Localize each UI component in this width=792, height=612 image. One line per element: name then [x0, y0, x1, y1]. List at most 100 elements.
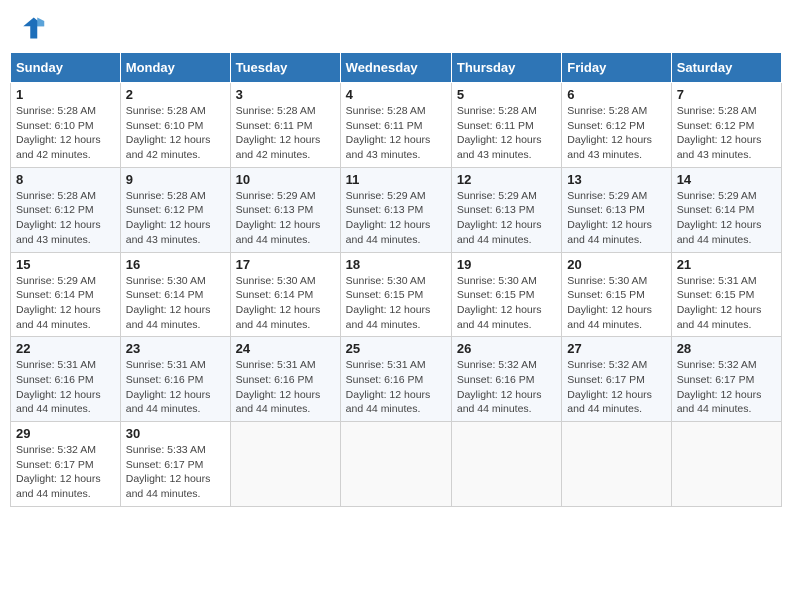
- calendar-cell: 14 Sunrise: 5:29 AMSunset: 6:14 PMDayligh…: [671, 167, 781, 252]
- day-number: 29: [16, 426, 115, 441]
- day-detail: Sunrise: 5:29 AMSunset: 6:14 PMDaylight:…: [677, 189, 776, 248]
- day-number: 23: [126, 341, 225, 356]
- day-number: 14: [677, 172, 776, 187]
- day-detail: Sunrise: 5:32 AMSunset: 6:17 PMDaylight:…: [16, 443, 115, 502]
- day-detail: Sunrise: 5:29 AMSunset: 6:13 PMDaylight:…: [236, 189, 335, 248]
- calendar-cell: 1 Sunrise: 5:28 AMSunset: 6:10 PMDaylight…: [11, 83, 121, 168]
- calendar-cell: 27 Sunrise: 5:32 AMSunset: 6:17 PMDayligh…: [562, 337, 671, 422]
- day-detail: Sunrise: 5:28 AMSunset: 6:11 PMDaylight:…: [457, 104, 556, 163]
- calendar-cell: 30Sunrise: 5:33 AMSunset: 6:17 PMDayligh…: [120, 422, 230, 507]
- calendar-header-row: SundayMondayTuesdayWednesdayThursdayFrid…: [11, 53, 782, 83]
- calendar-cell: 23 Sunrise: 5:31 AMSunset: 6:16 PMDayligh…: [120, 337, 230, 422]
- day-header-thursday: Thursday: [451, 53, 561, 83]
- calendar-week-row: 15 Sunrise: 5:29 AMSunset: 6:14 PMDayligh…: [11, 252, 782, 337]
- day-detail: Sunrise: 5:31 AMSunset: 6:16 PMDaylight:…: [236, 358, 335, 417]
- calendar-cell: 10Sunrise: 5:29 AMSunset: 6:13 PMDayligh…: [230, 167, 340, 252]
- logo-icon: [18, 14, 46, 42]
- day-detail: Sunrise: 5:30 AMSunset: 6:14 PMDaylight:…: [236, 274, 335, 333]
- day-detail: Sunrise: 5:32 AMSunset: 6:17 PMDaylight:…: [567, 358, 665, 417]
- day-number: 3: [236, 87, 335, 102]
- day-detail: Sunrise: 5:30 AMSunset: 6:15 PMDaylight:…: [346, 274, 446, 333]
- day-number: 17: [236, 257, 335, 272]
- day-detail: Sunrise: 5:29 AMSunset: 6:13 PMDaylight:…: [346, 189, 446, 248]
- calendar-cell: 19 Sunrise: 5:30 AMSunset: 6:15 PMDayligh…: [451, 252, 561, 337]
- calendar-cell: 18 Sunrise: 5:30 AMSunset: 6:15 PMDayligh…: [340, 252, 451, 337]
- day-number: 12: [457, 172, 556, 187]
- day-header-tuesday: Tuesday: [230, 53, 340, 83]
- day-number: 13: [567, 172, 665, 187]
- calendar-table: SundayMondayTuesdayWednesdayThursdayFrid…: [10, 52, 782, 507]
- day-number: 11: [346, 172, 446, 187]
- calendar-cell: 2Sunrise: 5:28 AMSunset: 6:10 PMDaylight…: [120, 83, 230, 168]
- day-header-monday: Monday: [120, 53, 230, 83]
- calendar-week-row: 22 Sunrise: 5:31 AMSunset: 6:16 PMDayligh…: [11, 337, 782, 422]
- day-detail: Sunrise: 5:31 AMSunset: 6:16 PMDaylight:…: [126, 358, 225, 417]
- calendar-cell: 21 Sunrise: 5:31 AMSunset: 6:15 PMDayligh…: [671, 252, 781, 337]
- calendar-cell: 13 Sunrise: 5:29 AMSunset: 6:13 PMDayligh…: [562, 167, 671, 252]
- calendar-week-row: 8 Sunrise: 5:28 AMSunset: 6:12 PMDaylight…: [11, 167, 782, 252]
- day-number: 4: [346, 87, 446, 102]
- day-number: 26: [457, 341, 556, 356]
- calendar-cell: 17 Sunrise: 5:30 AMSunset: 6:14 PMDayligh…: [230, 252, 340, 337]
- day-number: 8: [16, 172, 115, 187]
- day-number: 9: [126, 172, 225, 187]
- day-number: 25: [346, 341, 446, 356]
- day-number: 16: [126, 257, 225, 272]
- day-number: 15: [16, 257, 115, 272]
- calendar-week-row: 1 Sunrise: 5:28 AMSunset: 6:10 PMDaylight…: [11, 83, 782, 168]
- day-number: 5: [457, 87, 556, 102]
- day-number: 1: [16, 87, 115, 102]
- day-number: 21: [677, 257, 776, 272]
- day-detail: Sunrise: 5:33 AMSunset: 6:17 PMDaylight:…: [126, 443, 225, 502]
- day-detail: Sunrise: 5:29 AMSunset: 6:13 PMDaylight:…: [457, 189, 556, 248]
- calendar-cell: [671, 422, 781, 507]
- day-number: 19: [457, 257, 556, 272]
- day-number: 28: [677, 341, 776, 356]
- calendar-cell: 11 Sunrise: 5:29 AMSunset: 6:13 PMDayligh…: [340, 167, 451, 252]
- calendar-cell: [451, 422, 561, 507]
- day-number: 18: [346, 257, 446, 272]
- logo: [18, 14, 50, 42]
- day-detail: Sunrise: 5:28 AMSunset: 6:10 PMDaylight:…: [16, 104, 115, 163]
- calendar-cell: 25 Sunrise: 5:31 AMSunset: 6:16 PMDayligh…: [340, 337, 451, 422]
- calendar-cell: 24 Sunrise: 5:31 AMSunset: 6:16 PMDayligh…: [230, 337, 340, 422]
- calendar-cell: 5 Sunrise: 5:28 AMSunset: 6:11 PMDaylight…: [451, 83, 561, 168]
- calendar-cell: [230, 422, 340, 507]
- day-detail: Sunrise: 5:32 AMSunset: 6:16 PMDaylight:…: [457, 358, 556, 417]
- day-number: 27: [567, 341, 665, 356]
- day-number: 6: [567, 87, 665, 102]
- day-detail: Sunrise: 5:30 AMSunset: 6:15 PMDaylight:…: [457, 274, 556, 333]
- calendar-cell: 8Sunrise: 5:28 AMSunset: 6:12 PMDaylight…: [11, 167, 121, 252]
- calendar-cell: [340, 422, 451, 507]
- day-number: 24: [236, 341, 335, 356]
- calendar-cell: 22 Sunrise: 5:31 AMSunset: 6:16 PMDayligh…: [11, 337, 121, 422]
- day-number: 20: [567, 257, 665, 272]
- calendar-cell: 15 Sunrise: 5:29 AMSunset: 6:14 PMDayligh…: [11, 252, 121, 337]
- day-detail: Sunrise: 5:29 AMSunset: 6:14 PMDaylight:…: [16, 274, 115, 333]
- day-detail: Sunrise: 5:28 AMSunset: 6:11 PMDaylight:…: [236, 104, 335, 163]
- day-detail: Sunrise: 5:29 AMSunset: 6:13 PMDaylight:…: [567, 189, 665, 248]
- day-detail: Sunrise: 5:28 AMSunset: 6:12 PMDaylight:…: [567, 104, 665, 163]
- calendar-cell: 12 Sunrise: 5:29 AMSunset: 6:13 PMDayligh…: [451, 167, 561, 252]
- day-header-saturday: Saturday: [671, 53, 781, 83]
- calendar-cell: 3 Sunrise: 5:28 AMSunset: 6:11 PMDaylight…: [230, 83, 340, 168]
- day-header-friday: Friday: [562, 53, 671, 83]
- day-detail: Sunrise: 5:28 AMSunset: 6:12 PMDaylight:…: [677, 104, 776, 163]
- day-header-wednesday: Wednesday: [340, 53, 451, 83]
- calendar-week-row: 29 Sunrise: 5:32 AMSunset: 6:17 PMDayligh…: [11, 422, 782, 507]
- day-detail: Sunrise: 5:31 AMSunset: 6:16 PMDaylight:…: [346, 358, 446, 417]
- day-number: 7: [677, 87, 776, 102]
- day-detail: Sunrise: 5:31 AMSunset: 6:15 PMDaylight:…: [677, 274, 776, 333]
- day-detail: Sunrise: 5:28 AMSunset: 6:12 PMDaylight:…: [126, 189, 225, 248]
- day-header-sunday: Sunday: [11, 53, 121, 83]
- day-detail: Sunrise: 5:28 AMSunset: 6:11 PMDaylight:…: [346, 104, 446, 163]
- day-number: 2: [126, 87, 225, 102]
- calendar-cell: 9 Sunrise: 5:28 AMSunset: 6:12 PMDaylight…: [120, 167, 230, 252]
- calendar-cell: 29 Sunrise: 5:32 AMSunset: 6:17 PMDayligh…: [11, 422, 121, 507]
- day-detail: Sunrise: 5:31 AMSunset: 6:16 PMDaylight:…: [16, 358, 115, 417]
- calendar-cell: [562, 422, 671, 507]
- day-number: 22: [16, 341, 115, 356]
- calendar-cell: 28 Sunrise: 5:32 AMSunset: 6:17 PMDayligh…: [671, 337, 781, 422]
- calendar-cell: 7 Sunrise: 5:28 AMSunset: 6:12 PMDaylight…: [671, 83, 781, 168]
- day-detail: Sunrise: 5:32 AMSunset: 6:17 PMDaylight:…: [677, 358, 776, 417]
